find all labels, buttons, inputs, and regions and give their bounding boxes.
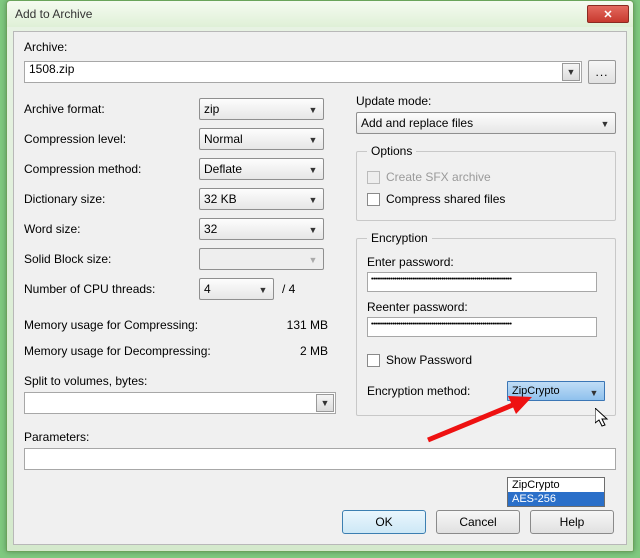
sfx-checkbox [367, 171, 380, 184]
format-label: Archive format: [24, 102, 199, 116]
chevron-down-icon: ▼ [306, 103, 320, 117]
right-column: Update mode: Add and replace files ▼ Opt… [356, 94, 616, 416]
dict-value: 32 KB [204, 192, 237, 206]
help-button[interactable]: Help [530, 510, 614, 534]
word-value: 32 [204, 222, 217, 236]
chevron-down-icon: ▼ [306, 133, 320, 147]
enter-password-label: Enter password: [367, 255, 454, 269]
close-icon: ✕ [603, 8, 612, 21]
level-label: Compression level: [24, 132, 199, 146]
chevron-down-icon: ▼ [598, 117, 612, 131]
format-select[interactable]: zip ▼ [199, 98, 324, 120]
client-area: Archive: 1508.zip ▼ ... Archive format: … [13, 31, 627, 545]
content: Archive: 1508.zip ▼ ... Archive format: … [14, 32, 626, 478]
shared-label: Compress shared files [386, 192, 505, 206]
word-select[interactable]: 32 ▼ [199, 218, 324, 240]
browse-label: ... [595, 65, 608, 79]
dict-select[interactable]: 32 KB ▼ [199, 188, 324, 210]
split-label: Split to volumes, bytes: [24, 374, 147, 388]
mem-compress-value: 131 MB [278, 318, 338, 332]
threads-value: 4 [204, 282, 211, 296]
mem-decompress-value: 2 MB [278, 344, 338, 358]
threads-suffix: / 4 [282, 282, 295, 296]
options-legend: Options [367, 144, 416, 158]
left-column: Archive format: zip ▼ Compression level:… [24, 94, 338, 416]
show-password-checkbox[interactable] [367, 354, 380, 367]
ok-button[interactable]: OK [342, 510, 426, 534]
format-value: zip [204, 102, 219, 116]
chevron-down-icon: ▼ [306, 163, 320, 177]
chevron-down-icon: ▼ [306, 223, 320, 237]
encryption-group: Encryption Enter password: •••••••••••••… [356, 231, 616, 416]
update-select[interactable]: Add and replace files ▼ [356, 112, 616, 134]
options-group: Options Create SFX archive Compress shar… [356, 144, 616, 221]
archive-label: Archive: [24, 40, 67, 54]
threads-label: Number of CPU threads: [24, 282, 199, 296]
word-label: Word size: [24, 222, 199, 236]
show-password-label: Show Password [386, 353, 472, 367]
block-select: ▼ [199, 248, 324, 270]
close-button[interactable]: ✕ [587, 5, 629, 23]
chevron-down-icon: ▼ [256, 283, 270, 297]
mem-compress-label: Memory usage for Compressing: [24, 318, 278, 332]
chevron-down-icon[interactable]: ▼ [562, 63, 580, 81]
cancel-button[interactable]: Cancel [436, 510, 520, 534]
encryption-legend: Encryption [367, 231, 432, 245]
split-combobox[interactable]: ▼ [24, 392, 336, 414]
shared-checkbox[interactable] [367, 193, 380, 206]
method-label: Compression method: [24, 162, 199, 176]
archive-value: 1508.zip [29, 62, 74, 76]
dict-label: Dictionary size: [24, 192, 199, 206]
chevron-down-icon: ▼ [587, 386, 601, 400]
encryption-method-select[interactable]: ZipCrypto ▼ [507, 381, 605, 401]
method-select[interactable]: Deflate ▼ [199, 158, 324, 180]
dialog-window: Add to Archive ✕ Archive: 1508.zip ▼ ... [6, 0, 634, 552]
update-value: Add and replace files [361, 116, 473, 130]
browse-button[interactable]: ... [588, 60, 616, 84]
encryption-method-value: ZipCrypto [512, 385, 560, 397]
archive-combobox[interactable]: 1508.zip ▼ [24, 61, 582, 83]
level-value: Normal [204, 132, 243, 146]
sfx-label: Create SFX archive [386, 170, 491, 184]
parameters-label: Parameters: [24, 430, 89, 444]
parameters-input[interactable] [24, 448, 616, 470]
method-value: Deflate [204, 162, 242, 176]
reenter-password-label: Reenter password: [367, 300, 468, 314]
chevron-down-icon: ▼ [306, 193, 320, 207]
chevron-down-icon: ▼ [306, 253, 320, 267]
level-select[interactable]: Normal ▼ [199, 128, 324, 150]
encryption-method-dropdown[interactable]: ZipCrypto AES-256 [507, 477, 605, 507]
block-label: Solid Block size: [24, 252, 199, 266]
encryption-option-zipcrypto[interactable]: ZipCrypto [508, 478, 604, 492]
chevron-down-icon[interactable]: ▼ [316, 394, 334, 412]
dialog-buttons: OK Cancel Help [342, 510, 614, 534]
encryption-method-label: Encryption method: [367, 384, 507, 398]
threads-select[interactable]: 4 ▼ [199, 278, 274, 300]
titlebar[interactable]: Add to Archive ✕ [7, 1, 633, 27]
enter-password-input[interactable]: ••••••••••••••••••••••••••••••••••••••••… [367, 272, 597, 292]
mem-decompress-label: Memory usage for Decompressing: [24, 344, 278, 358]
reenter-password-input[interactable]: ••••••••••••••••••••••••••••••••••••••••… [367, 317, 597, 337]
encryption-option-aes256[interactable]: AES-256 [508, 492, 604, 506]
window-title: Add to Archive [15, 7, 587, 21]
update-label: Update mode: [356, 94, 431, 108]
